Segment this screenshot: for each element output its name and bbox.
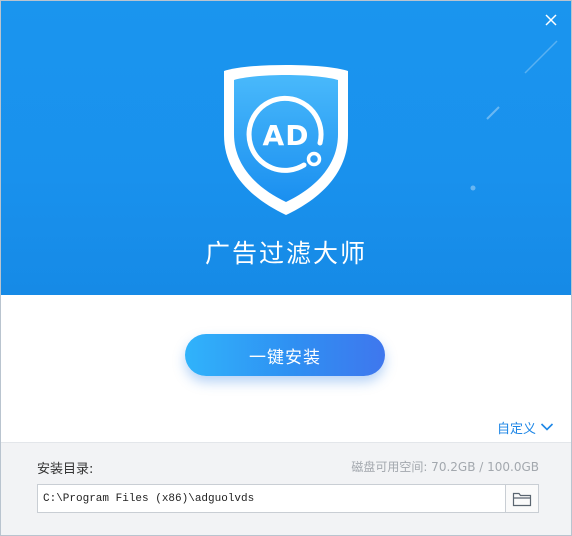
install-path-input[interactable] (38, 485, 503, 512)
close-icon (545, 14, 557, 26)
installer-window: AD 广告过滤大师 一键安装 自定义 安装目录: 磁盘可用空间: 70.2GB … (0, 0, 572, 536)
folder-icon (512, 492, 532, 506)
logo-text: AD (262, 119, 310, 152)
disk-space-info: 磁盘可用空间: 70.2GB / 100.0GB (351, 460, 539, 474)
customize-link[interactable]: 自定义 (496, 418, 554, 437)
app-logo: AD (220, 61, 352, 219)
app-title: 广告过滤大师 (204, 239, 367, 268)
install-dir-label: 安装目录: (37, 462, 94, 477)
one-click-install-button[interactable]: 一键安装 (185, 334, 385, 376)
customize-label: 自定义 (496, 421, 536, 437)
close-button[interactable] (541, 10, 561, 30)
chevron-down-icon (540, 423, 554, 431)
install-footer: 安装目录: 磁盘可用空间: 70.2GB / 100.0GB (1, 442, 571, 535)
install-path-box (37, 484, 539, 513)
header-banner: AD 广告过滤大师 (1, 1, 571, 295)
browse-folder-button[interactable] (505, 485, 538, 512)
